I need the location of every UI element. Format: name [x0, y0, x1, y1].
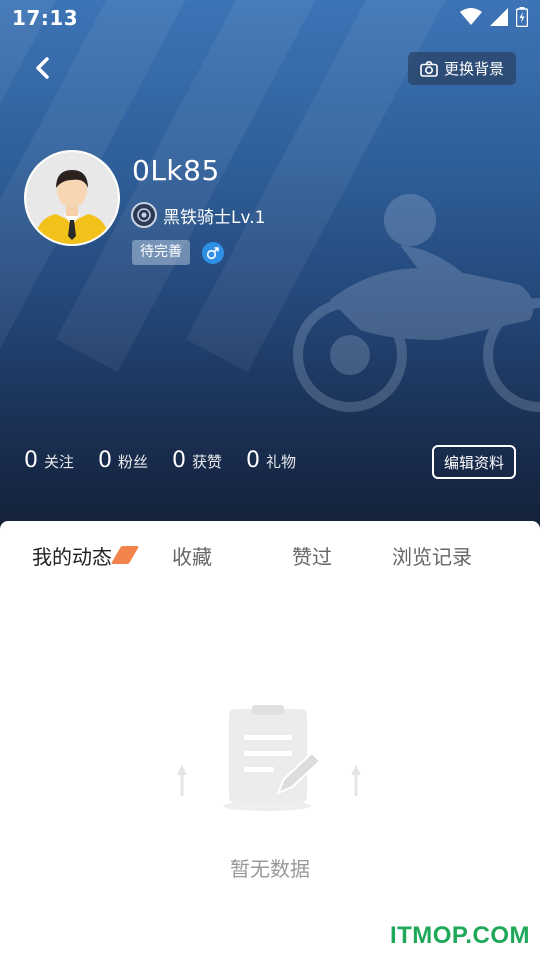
- user-level[interactable]: 黑铁骑士Lv.1: [131, 202, 265, 228]
- stat-fans[interactable]: 0 粉丝: [98, 448, 148, 473]
- active-tab-indicator: [110, 546, 140, 564]
- chevron-left-icon: [36, 57, 49, 79]
- profile-incomplete-tag[interactable]: 待完善: [132, 240, 190, 265]
- tab-label: 我的动态: [32, 545, 112, 569]
- stat-likes[interactable]: 0 获赞: [172, 448, 222, 473]
- profile-tags: 待完善: [132, 240, 224, 265]
- change-background-button[interactable]: 更换背景: [407, 52, 516, 85]
- motorcycle-background-image: [293, 194, 540, 412]
- empty-state-text: 暂无数据: [230, 857, 310, 881]
- stat-gifts[interactable]: 0 礼物: [246, 448, 296, 473]
- tab-label: 赞过: [292, 545, 332, 569]
- tab-my-posts[interactable]: 我的动态: [32, 541, 112, 570]
- stat-value: 0: [172, 448, 187, 473]
- wifi-icon: [460, 8, 482, 25]
- stat-following[interactable]: 0 关注: [24, 448, 74, 473]
- status-time: 17:13: [12, 6, 79, 30]
- male-gender-icon: [202, 241, 224, 264]
- profile-stats: 0 关注 0 粉丝 0 获赞 0 礼物: [24, 448, 320, 473]
- watermark-logo: ITMOP.COM: [389, 922, 530, 949]
- stat-value: 0: [246, 448, 261, 473]
- tab-favorites[interactable]: 收藏: [172, 541, 212, 570]
- content-panel: 我的动态 收藏 赞过 浏览记录 暂无数据: [0, 521, 540, 960]
- status-bar: 17:13: [0, 0, 540, 34]
- stat-value: 0: [24, 448, 38, 473]
- avatar[interactable]: [24, 150, 120, 246]
- profile-header: 17:13 更换背景 0Lk85 黑铁骑士Lv.1 待完善 0 关注 0 粉丝 …: [0, 0, 540, 540]
- tab-bar: 我的动态 收藏 赞过 浏览记录: [0, 521, 540, 587]
- avatar-image: [26, 152, 118, 244]
- level-badge-icon: [131, 202, 157, 228]
- change-background-label: 更换背景: [443, 60, 504, 78]
- battery-icon: [516, 7, 528, 27]
- camera-icon: [420, 60, 438, 77]
- stat-value: 0: [98, 448, 113, 473]
- tab-label: 收藏: [172, 545, 212, 569]
- stat-label: 获赞: [192, 453, 223, 471]
- username: 0Lk85: [132, 154, 220, 187]
- back-button[interactable]: [22, 50, 62, 86]
- status-icons: [460, 6, 528, 28]
- signal-icon: [490, 8, 508, 26]
- stat-label: 粉丝: [118, 453, 149, 471]
- stat-label: 关注: [44, 453, 75, 471]
- edit-profile-button[interactable]: 编辑资料: [432, 445, 516, 479]
- tab-history[interactable]: 浏览记录: [392, 541, 472, 570]
- stat-label: 礼物: [266, 453, 297, 471]
- tab-label: 浏览记录: [392, 545, 472, 569]
- tab-liked[interactable]: 赞过: [292, 541, 332, 570]
- level-text: 黑铁骑士Lv.1: [163, 207, 266, 228]
